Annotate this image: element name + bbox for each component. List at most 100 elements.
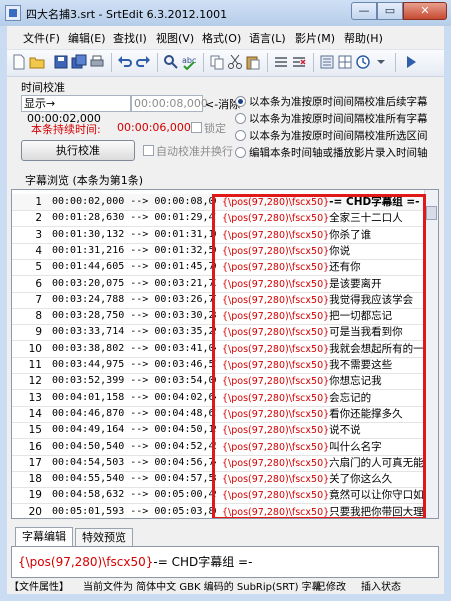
menu-format[interactable]: 格式(O)	[202, 30, 241, 46]
redo-icon[interactable]	[135, 54, 151, 70]
radio-all[interactable]	[235, 113, 246, 124]
subtitle-list[interactable]: 1 00:00:02,000 --> 00:00:08,000 {\pos(97,2…	[11, 189, 439, 519]
save-all-icon[interactable]	[71, 54, 87, 70]
row-number: 15	[28, 424, 42, 437]
table-row[interactable]: 4 00:01:31,216 --> 00:01:32,501 {\pos(97,2…	[12, 243, 438, 260]
menu-view[interactable]: 视图(V)	[156, 30, 194, 46]
row-text: {\pos(97,280)\fscx50}-= CHD字幕组 =-	[222, 194, 424, 211]
table-row[interactable]: 15 00:04:49,164 --> 00:04:50,199 {\pos(97,…	[12, 422, 438, 440]
row-subtitle: 我觉得我应该学会	[329, 293, 414, 306]
list-icon[interactable]	[319, 54, 335, 70]
table-row[interactable]: 11 00:03:44,975 --> 00:03:46,511 {\pos(97,…	[12, 357, 438, 374]
table-row[interactable]: 7 00:03:24,788 --> 00:03:26,779 {\pos(97,2…	[12, 292, 438, 309]
table-row[interactable]: 10 00:03:38,802 --> 00:03:41,043 {\pos(97,…	[12, 341, 438, 358]
find-icon[interactable]	[163, 54, 179, 70]
table-row[interactable]: 6 00:03:20,075 --> 00:03:21,736 {\pos(97,2…	[12, 276, 438, 293]
radio-range[interactable]	[235, 130, 246, 141]
clock-icon[interactable]	[355, 54, 371, 70]
insert-line-icon[interactable]	[273, 54, 289, 70]
menu-edit[interactable]: 编辑(E)	[68, 30, 106, 46]
minimize-button[interactable]: —	[351, 2, 377, 20]
table-row[interactable]: 17 00:04:54,503 --> 00:04:56,744 {\pos(97,…	[12, 455, 438, 472]
duration-value: 00:00:06,000	[117, 121, 191, 134]
table-row[interactable]: 5 00:01:44,605 --> 00:01:45,765 {\pos(97,2…	[12, 259, 438, 277]
auto-calibrate-checkbox[interactable]	[143, 145, 154, 156]
table-row[interactable]: 3 00:01:30,132 --> 00:01:31,167 {\pos(97,2…	[12, 227, 438, 244]
undo-icon[interactable]	[117, 54, 133, 70]
execute-calibration-button[interactable]: 执行校准	[21, 140, 135, 161]
table-row[interactable]: 2 00:01:28,630 --> 00:01:29,415 {\pos(97,2…	[12, 210, 438, 228]
table-row[interactable]: 20 00:05:01,593 --> 00:05:03,800 {\pos(97,…	[12, 504, 438, 518]
dropdown-arrow-icon[interactable]	[373, 54, 389, 70]
table-row[interactable]: 18 00:04:55,540 --> 00:04:57,580 {\pos(97,…	[12, 471, 438, 489]
title-bar[interactable]: 四大名捕3.srt - SrtEdit 6.3.2012.1001 — ▭ ✕	[0, 0, 451, 26]
tab-subtitle-edit[interactable]: 字幕编辑	[15, 527, 73, 548]
table-row[interactable]: 9 00:03:33,714 --> 00:03:35,295 {\pos(97,2…	[12, 324, 438, 342]
row-tag: {\pos(97,280)\fscx50}	[222, 311, 330, 323]
table-row[interactable]: 1 00:00:02,000 --> 00:00:08,000 {\pos(97,2…	[12, 194, 438, 211]
row-text: {\pos(97,280)\fscx50}叫什么名字	[222, 439, 424, 456]
paste-icon[interactable]	[245, 54, 261, 70]
row-tag: {\pos(97,280)\fscx50}	[222, 392, 330, 404]
save-icon[interactable]	[53, 54, 69, 70]
radio-subsequent[interactable]	[235, 96, 246, 107]
table-row[interactable]: 14 00:04:46,870 --> 00:04:48,610 {\pos(97,…	[12, 406, 438, 423]
row-subtitle: 我不需要这些	[329, 359, 393, 371]
table-row[interactable]: 16 00:04:50,540 --> 00:04:52,450 {\pos(97,…	[12, 439, 438, 456]
row-number: 16	[28, 440, 42, 453]
radio-edit-timeline[interactable]	[235, 147, 246, 158]
grid-icon[interactable]	[337, 54, 353, 70]
menu-bar: 文件(F) 编辑(E) 查找(I) 视图(V) 格式(O) 语言(L) 影片(M…	[7, 26, 444, 47]
row-text: {\pos(97,280)\fscx50}把一切都忘记	[222, 308, 424, 325]
subtitle-editor[interactable]: {\pos(97,280)\fscx50}-= CHD字幕组 =-	[11, 546, 439, 578]
maximize-button[interactable]: ▭	[377, 2, 403, 20]
lock-checkbox[interactable]	[191, 122, 202, 133]
row-subtitle: 会忘记的	[329, 391, 372, 404]
cut-icon[interactable]	[227, 54, 243, 70]
row-subtitle: 全家三十二口人	[329, 212, 403, 225]
row-text: {\pos(97,280)\fscx50}六扇门的人可真无能	[222, 455, 424, 472]
list-scrollbar[interactable]	[424, 190, 438, 518]
row-number: 4	[35, 244, 42, 257]
row-subtitle: 你杀了谁	[329, 228, 372, 241]
menu-file[interactable]: 文件(F)	[23, 30, 60, 46]
close-button[interactable]: ✕	[403, 2, 447, 20]
row-tag: {\pos(97,280)\fscx50}	[222, 343, 330, 355]
menu-language[interactable]: 语言(L)	[249, 30, 286, 46]
scrollbar-thumb[interactable]	[426, 206, 437, 220]
row-timecode: 00:01:30,132 --> 00:01:31,167	[52, 228, 216, 240]
delete-line-icon[interactable]	[291, 54, 307, 70]
play-icon[interactable]	[403, 54, 419, 70]
status-file-props[interactable]: 【文件属性】	[9, 581, 69, 594]
spellcheck-icon[interactable]: abc	[181, 54, 197, 70]
print-icon[interactable]	[89, 54, 105, 70]
row-text: {\pos(97,280)\fscx50}会忘记的	[222, 390, 424, 407]
lock-label: 锁定	[204, 122, 226, 135]
row-text: {\pos(97,280)\fscx50}我觉得我应该学会	[222, 292, 424, 309]
start-time-field[interactable]: 显示→ 00:00:02,000	[21, 95, 131, 125]
new-file-icon[interactable]	[11, 54, 27, 70]
menu-help[interactable]: 帮助(H)	[344, 30, 383, 46]
row-timecode: 00:04:54,503 --> 00:04:56,744	[52, 456, 216, 468]
tab-effect-preview[interactable]: 特效预览	[75, 528, 133, 547]
toolbar-separator	[203, 53, 204, 72]
row-tag: {\pos(97,280)\fscx50}	[222, 376, 330, 388]
menu-movie[interactable]: 影片(M)	[295, 30, 335, 46]
table-row[interactable]: 8 00:03:28,750 --> 00:03:30,286 {\pos(97,2…	[12, 308, 438, 326]
row-subtitle: 把一切都忘记	[329, 310, 393, 323]
table-row[interactable]: 19 00:04:58,632 --> 00:05:00,497 {\pos(97,…	[12, 487, 438, 505]
target-time-field[interactable]: 00:00:08,000	[131, 95, 208, 112]
row-timecode: 00:03:33,714 --> 00:03:35,295	[52, 326, 216, 338]
menu-find[interactable]: 查找(I)	[113, 30, 147, 46]
table-row[interactable]: 12 00:03:52,399 --> 00:03:54,060 {\pos(97,…	[12, 373, 438, 391]
row-text: {\pos(97,280)\fscx50}我不需要这些	[222, 357, 424, 374]
table-row[interactable]: 13 00:04:01,158 --> 00:04:02,648 {\pos(97,…	[12, 390, 438, 407]
row-tag: {\pos(97,280)\fscx50}	[222, 278, 330, 290]
row-tag: {\pos(97,280)\fscx50}	[222, 506, 330, 518]
open-folder-icon[interactable]	[29, 54, 45, 70]
row-number: 10	[28, 342, 42, 355]
display-label: 显示→	[24, 97, 56, 110]
status-modified: 已修改	[316, 582, 346, 593]
copy-icon[interactable]	[209, 54, 225, 70]
row-subtitle: 你说	[329, 244, 351, 257]
